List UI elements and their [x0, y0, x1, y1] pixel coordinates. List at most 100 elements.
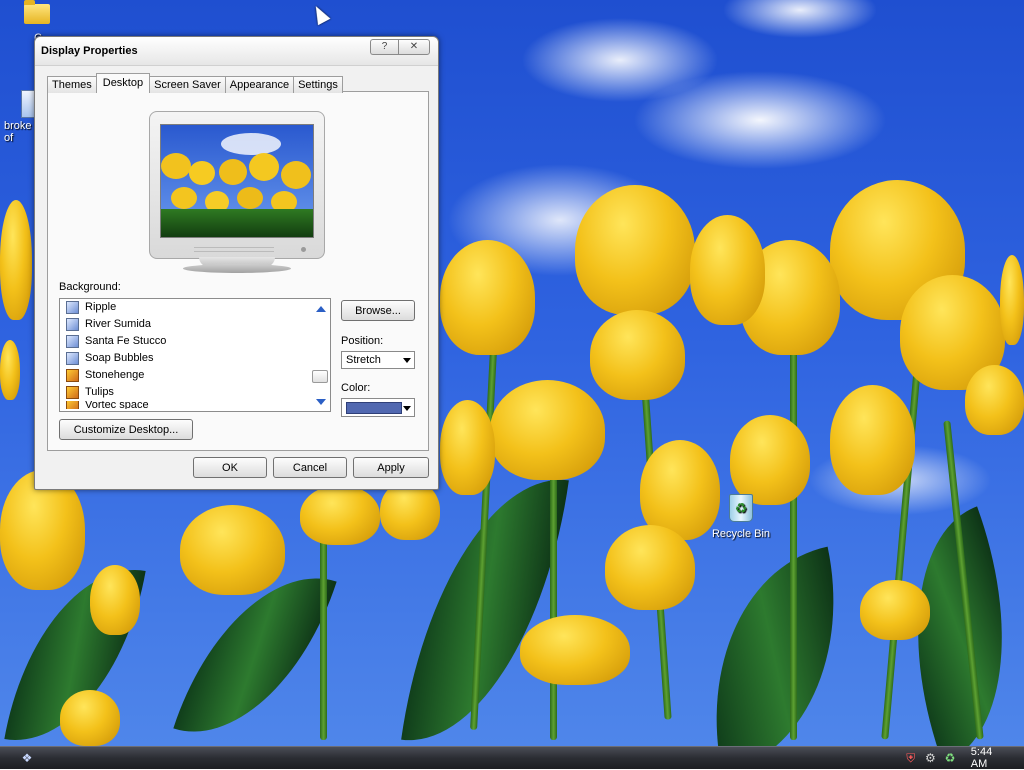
- preview-tulip: [189, 161, 215, 185]
- desktop-recycle-bin[interactable]: ♻ Recycle Bin: [708, 494, 774, 540]
- color-label: Color:: [341, 382, 371, 394]
- list-item-label: Soap Bubbles: [85, 352, 154, 364]
- taskbar: ❖ ⛨ ⚙ ♻ 5:44 AM: [0, 746, 1024, 770]
- list-item[interactable]: Soap Bubbles: [60, 350, 330, 367]
- background-label: Background:: [59, 281, 121, 293]
- tab-strip: Themes Desktop Screen Saver Appearance S…: [47, 73, 343, 93]
- desktop-broken-shortcut[interactable]: broke of: [4, 90, 45, 144]
- display-properties-window: Display Properties ? ✕ Themes Desktop Sc…: [34, 36, 439, 490]
- wallpaper-tulip: [0, 340, 20, 400]
- scroll-down-arrow-icon[interactable]: [316, 399, 326, 405]
- help-button[interactable]: ?: [370, 39, 398, 55]
- position-value: Stretch: [346, 354, 381, 366]
- background-listbox[interactable]: Ripple River Sumida Santa Fe Stucco Soap…: [59, 298, 331, 412]
- bitmap-icon: [66, 318, 79, 331]
- monitor-bezel: [149, 111, 325, 259]
- wallpaper-tulip: [300, 485, 380, 545]
- wallpaper-tulip: [690, 215, 765, 325]
- wallpaper-tulip: [490, 380, 605, 480]
- recycle-bin-icon: ♻: [729, 494, 753, 522]
- tab-settings[interactable]: Settings: [293, 76, 343, 93]
- wallpaper-tulip: [180, 505, 285, 595]
- wallpaper-tulip: [60, 690, 120, 746]
- list-item[interactable]: Tulips: [60, 384, 330, 401]
- tab-appearance[interactable]: Appearance: [224, 76, 295, 93]
- preview-tulip: [219, 159, 247, 185]
- tab-desktop[interactable]: Desktop: [95, 73, 151, 93]
- color-picker[interactable]: [341, 398, 415, 417]
- preview-tulip: [281, 161, 311, 189]
- preview-tulip: [171, 187, 197, 209]
- jpeg-icon: [66, 401, 79, 409]
- monitor-vent: [194, 247, 274, 252]
- customize-desktop-button[interactable]: Customize Desktop...: [59, 419, 193, 440]
- wallpaper-tulip: [965, 365, 1024, 435]
- scroll-up-arrow-icon[interactable]: [316, 306, 326, 312]
- preview-cloud: [221, 133, 281, 155]
- chevron-down-icon: [403, 406, 411, 411]
- cancel-button[interactable]: Cancel: [273, 457, 347, 478]
- ok-button[interactable]: OK: [193, 457, 267, 478]
- apply-button[interactable]: Apply: [353, 457, 429, 478]
- wallpaper-stem: [790, 340, 797, 740]
- wallpaper-tulip: [605, 525, 695, 610]
- preview-tulip: [249, 153, 279, 181]
- chevron-down-icon: [403, 358, 411, 363]
- wallpaper-tulip: [90, 565, 140, 635]
- list-item[interactable]: Ripple: [60, 299, 330, 316]
- wallpaper-tulip: [575, 185, 695, 315]
- window-titlebar[interactable]: Display Properties ? ✕: [35, 37, 438, 66]
- wallpaper-tulip: [0, 200, 32, 320]
- list-item[interactable]: River Sumida: [60, 316, 330, 333]
- wallpaper-tulip: [1000, 255, 1024, 345]
- recycle-bin-label: Recycle Bin: [711, 528, 771, 540]
- start-button[interactable]: ❖: [18, 750, 36, 766]
- wallpaper-leaf: [680, 546, 870, 746]
- list-item-label: River Sumida: [85, 318, 152, 330]
- wallpaper-stem: [550, 470, 557, 740]
- browse-button[interactable]: Browse...: [341, 300, 415, 321]
- bitmap-icon: [66, 301, 79, 314]
- desktop-broken-shortcut-label: broke of: [4, 120, 32, 144]
- color-swatch: [346, 402, 402, 414]
- titlebar-buttons: ? ✕: [370, 39, 430, 55]
- folder-icon: [24, 0, 50, 24]
- system-tray: ⛨ ⚙ ♻ 5:44 AM: [904, 746, 1024, 770]
- wallpaper-tulip: [860, 580, 930, 640]
- list-item[interactable]: Vortec space: [60, 401, 330, 409]
- bitmap-icon: [66, 335, 79, 348]
- tab-screen-saver[interactable]: Screen Saver: [149, 76, 226, 93]
- jpeg-icon: [66, 369, 79, 382]
- tab-themes[interactable]: Themes: [47, 76, 97, 93]
- monitor-base: [183, 264, 291, 273]
- position-select[interactable]: Stretch: [341, 351, 415, 369]
- list-item[interactable]: Santa Fe Stucco: [60, 333, 330, 350]
- list-item[interactable]: Stonehenge: [60, 367, 330, 384]
- wallpaper-tulip: [830, 385, 915, 495]
- jpeg-icon: [66, 386, 79, 399]
- list-item-label: Vortec space: [85, 401, 149, 409]
- preview-leaves: [161, 209, 313, 237]
- shield-icon[interactable]: ⛨: [904, 751, 918, 765]
- wallpaper-tulip: [440, 240, 535, 355]
- wallpaper-tulip: [730, 415, 810, 505]
- clock[interactable]: 5:44 AM: [971, 746, 1010, 770]
- preview-tulip: [237, 187, 263, 209]
- wallpaper-preview: [160, 124, 314, 238]
- list-item-label: Santa Fe Stucco: [85, 335, 167, 347]
- wallpaper-tulip: [440, 400, 495, 495]
- power-light-icon: [301, 247, 306, 252]
- network-icon[interactable]: ⚙: [924, 751, 938, 765]
- bitmap-icon: [66, 352, 79, 365]
- scrollbar-thumb[interactable]: [312, 370, 328, 383]
- close-button[interactable]: ✕: [398, 39, 430, 55]
- window-title: Display Properties: [41, 45, 138, 57]
- list-item-label: Stonehenge: [85, 369, 145, 381]
- monitor-preview: [149, 111, 325, 273]
- preview-tulip: [161, 153, 191, 179]
- wallpaper-tulip: [520, 615, 630, 685]
- wallpaper-stem: [320, 520, 327, 740]
- wallpaper-tulip: [590, 310, 685, 400]
- recycle-tray-icon[interactable]: ♻: [943, 751, 957, 765]
- list-item-label: Ripple: [85, 301, 117, 313]
